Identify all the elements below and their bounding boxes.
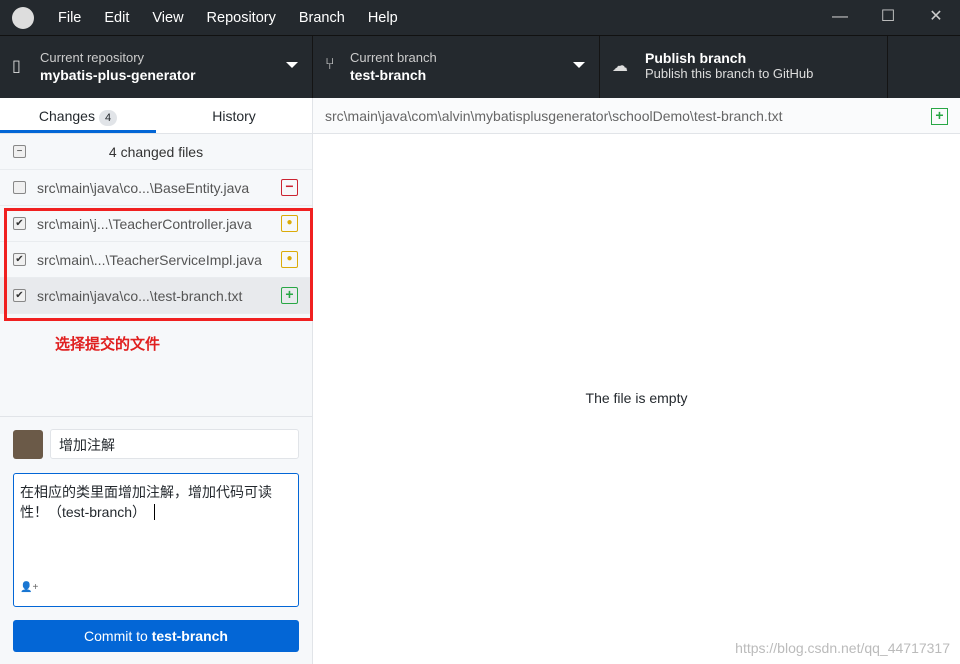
menu-file[interactable]: File <box>58 10 81 26</box>
watermark: https://blog.csdn.net/qq_44717317 <box>735 640 950 656</box>
close-icon[interactable]: ✕ <box>912 0 960 35</box>
file-deleted-icon: − <box>281 179 298 196</box>
publish-branch-button[interactable]: ☁ Publish branch Publish this branch to … <box>600 36 888 98</box>
commit-button[interactable]: Commit to test-branch <box>13 620 299 652</box>
changed-files-header: − 4 changed files <box>0 134 312 170</box>
diff-view: src\main\java\com\alvin\mybatisplusgener… <box>313 98 960 664</box>
empty-file-message: The file is empty <box>585 390 688 406</box>
select-all-checkbox[interactable]: − <box>13 145 26 158</box>
file-list-item[interactable]: src\main\java\co...\BaseEntity.java − <box>0 170 312 206</box>
commit-description-text: 在相应的类里面增加注解，增加代码可读性！（test-branch） <box>20 484 272 520</box>
changed-files-count: 4 changed files <box>108 143 204 160</box>
repo-name: mybatis-plus-generator <box>40 67 196 83</box>
github-logo-icon <box>12 6 34 29</box>
menu-repository[interactable]: Repository <box>207 10 276 26</box>
repo-icon: ▯ <box>12 58 21 75</box>
commit-description-input[interactable]: 在相应的类里面增加注解，增加代码可读性！（test-branch） 👤+ <box>13 473 299 607</box>
repo-label: Current repository <box>40 50 145 65</box>
commit-button-prefix: Commit to <box>84 628 152 644</box>
chevron-down-icon <box>286 62 298 74</box>
add-coauthor-icon[interactable]: 👤+ <box>20 578 38 598</box>
file-checkbox[interactable] <box>13 181 26 194</box>
branch-name: test-branch <box>350 67 427 83</box>
sidebar: Changes 4 History − 4 changed files src\m… <box>0 98 313 664</box>
title-bar: File Edit View Repository Branch Help — ☐ ✕ <box>0 0 960 35</box>
commit-panel: 增加注解 在相应的类里面增加注解，增加代码可读性！（test-branch） 👤… <box>0 416 312 664</box>
tab-history[interactable]: History <box>156 98 312 133</box>
file-path: src\main\java\com\alvin\mybatisplusgener… <box>313 98 960 134</box>
annotation-text: 选择提交的文件 <box>55 336 161 353</box>
minimize-icon[interactable]: — <box>816 0 864 35</box>
chevron-down-icon <box>573 62 585 74</box>
publish-subtitle: Publish this branch to GitHub <box>645 66 814 81</box>
current-repository-button[interactable]: ▯ Current repository mybatis-plus-genera… <box>0 36 313 98</box>
menu-branch[interactable]: Branch <box>299 10 345 26</box>
branch-icon: ⑂ <box>325 56 335 73</box>
file-path: src\main\java\co...\BaseEntity.java <box>37 179 250 196</box>
menu-bar: File Edit View Repository Branch Help <box>58 9 421 26</box>
tab-changes[interactable]: Changes 4 <box>0 98 156 133</box>
branch-label: Current branch <box>350 50 437 65</box>
changes-count-badge: 4 <box>98 110 118 126</box>
current-branch-button[interactable]: ⑂ Current branch test-branch <box>313 36 600 98</box>
annotation-highlight-box <box>4 208 313 321</box>
commit-summary-input[interactable]: 增加注解 <box>50 429 299 459</box>
menu-help[interactable]: Help <box>368 10 398 26</box>
avatar <box>13 430 43 459</box>
menu-view[interactable]: View <box>152 10 183 26</box>
maximize-icon[interactable]: ☐ <box>864 0 912 35</box>
menu-edit[interactable]: Edit <box>104 10 129 26</box>
tab-changes-label: Changes <box>38 108 95 124</box>
cloud-upload-icon: ☁ <box>612 58 628 75</box>
commit-button-branch: test-branch <box>151 628 228 644</box>
publish-title: Publish branch <box>645 50 747 66</box>
file-added-icon: + <box>931 108 948 125</box>
